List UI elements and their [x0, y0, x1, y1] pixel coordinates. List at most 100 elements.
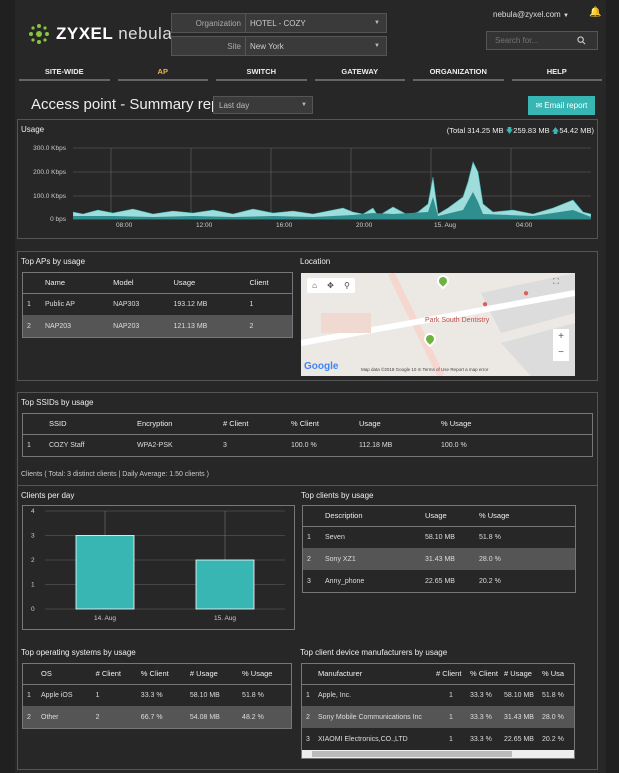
col-usage-pct: % Usage [475, 506, 575, 527]
nav-help[interactable]: HELP [511, 67, 602, 81]
usage-y-label-300: 300.0 Kbps [33, 145, 66, 152]
organization-label: Organization [172, 14, 246, 32]
table-row[interactable]: 1 COZY Staff WPA2-PSK 3 100.0 % 112.18 MB 100.… [23, 434, 592, 456]
chevron-down-icon: ▼ [374, 43, 380, 49]
col-ssid: SSID [45, 414, 133, 435]
organization-value: HOTEL - COZY [250, 18, 306, 28]
nav-organization[interactable]: ORGANIZATION [413, 67, 504, 81]
usage-x-label: 20:00 [356, 222, 373, 229]
cell-index: 3 [307, 577, 311, 585]
google-logo: Google [304, 361, 339, 372]
fullscreen-icon[interactable]: ⛶ [553, 277, 559, 287]
chevron-down-icon: ▼ [374, 20, 380, 26]
client-link[interactable]: Sony XZ1 [321, 548, 421, 570]
cell-client-count: 1 [432, 706, 466, 728]
cell-usage-pct: 51.8 % [542, 691, 564, 699]
range-select[interactable]: Last day ▼ [213, 96, 313, 114]
cell-client-pct: 33.3 % [140, 691, 163, 699]
cell-os: Other [37, 706, 92, 728]
nav-ap[interactable]: AP [117, 67, 208, 81]
search-box[interactable] [486, 31, 598, 50]
pan-icon[interactable]: ✥ [327, 281, 334, 290]
cell-usage: 31.43 MB [500, 706, 538, 728]
cell-manufacturer: Apple, Inc. [318, 691, 352, 699]
cell-usage-pct: 28.0 % [475, 548, 575, 570]
usage-y-label-0: 0 bps [50, 216, 66, 223]
col-description: Description [321, 506, 421, 527]
col-os: OS [37, 664, 92, 685]
nebula-logo-icon [29, 24, 49, 44]
table-row[interactable]: 1 Public AP NAP303 193.12 MB 1 [23, 293, 292, 315]
email-report-button[interactable]: ✉ Email report [528, 96, 595, 115]
ap-link[interactable]: NAP203 [41, 315, 110, 337]
table-row[interactable]: 1 Apple, Inc. 1 33.3 % 58.10 MB 51.8 % [302, 684, 574, 706]
cell-usage: 22.65 MB [425, 577, 455, 585]
map-report-link[interactable]: Report a map error [450, 367, 488, 372]
poi-marker-icon: ● [523, 288, 530, 299]
ap-link[interactable]: Public AP [41, 293, 109, 315]
site-label: Site [172, 37, 246, 55]
cell-client-pct: 33.3 % [470, 691, 492, 699]
bar [195, 559, 255, 610]
envelope-icon: ✉ [535, 101, 543, 110]
col-client-pct: % Client [466, 664, 500, 685]
table-row[interactable]: 2 Sony Mobile Communications Inc 1 33.3 % 31… [302, 706, 574, 728]
nav-site-wide[interactable]: SITE-WIDE [19, 67, 110, 81]
search-input[interactable] [495, 36, 577, 45]
table-row[interactable]: 2 NAP203 NAP203 121.13 MB 2 [23, 315, 292, 337]
y-tick-label: 3 [31, 533, 35, 540]
location-map[interactable]: ⌂ ✥ ⚲ ● ● Park South Dentistry ⛶ + − Google… [301, 273, 575, 376]
cell-model: NAP203 [109, 315, 170, 337]
usage-y-label-200: 200.0 Kbps [33, 169, 66, 176]
usage-x-label: 04:00 [516, 222, 533, 229]
col-manufacturer: Manufacturer [314, 664, 432, 685]
page-title: Access point - Summary report [31, 96, 237, 113]
cell-usage: 54.08 MB [185, 706, 239, 728]
nav-switch[interactable]: SWITCH [216, 67, 307, 81]
search-icon[interactable] [577, 36, 586, 45]
table-row[interactable]: 1 Seven 58.10 MB 51.8 % [303, 526, 575, 548]
site-select[interactable]: Site New York ▼ [171, 36, 387, 56]
location-title: Location [300, 257, 331, 266]
top-os-table: OS # Client% Client # Usage% Usage 1 Apple … [22, 663, 292, 729]
usage-down: 259.83 MB [513, 126, 550, 135]
clients-panel: Top SSIDs by usage SSID Encryption # Clien… [17, 392, 598, 770]
cell-usage: 31.43 MB [421, 548, 475, 570]
col-usage-pct: % Usage [238, 664, 291, 685]
table-row[interactable]: 2 Other 2 66.7 % 54.08 MB 48.2 % [23, 706, 291, 728]
cell-client-count: 1 [449, 735, 453, 743]
table-row[interactable]: 3 Anny_phone 22.65 MB 20.2 % [303, 570, 575, 592]
logo-product: nebula [118, 24, 173, 43]
table-row[interactable]: 1 Apple iOS 1 33.3 % 58.10 MB 51.8 % [23, 684, 291, 706]
user-menu[interactable]: nebula@zyxel.com ▼ [493, 10, 569, 19]
home-icon[interactable]: ⌂ [312, 281, 317, 290]
organization-select[interactable]: Organization HOTEL - COZY ▼ [171, 13, 387, 33]
col-model: Model [109, 273, 170, 294]
horizontal-scrollbar[interactable] [302, 750, 574, 758]
usage-total-area [73, 161, 591, 220]
scrollbar-thumb[interactable] [312, 751, 512, 757]
cell-client-pct: 33.3 % [466, 706, 500, 728]
cell-usage: 58.10 MB [189, 691, 220, 699]
table-row[interactable]: 3 XIAOMI Electronics,CO.,LTD 1 33.3 % 22.65 … [302, 728, 574, 750]
cell-usage-pct: 28.0 % [538, 706, 574, 728]
map-terms-link[interactable]: Terms of Use [423, 367, 450, 372]
client-link[interactable]: Seven [321, 526, 421, 548]
cell-index: 2 [302, 706, 314, 728]
divider [18, 485, 597, 486]
x-tick-label: 15. Aug [214, 615, 236, 622]
cell-usage-pct: 20.2 % [479, 577, 501, 585]
cell-index: 2 [303, 548, 321, 570]
zoom-search-icon[interactable]: ⚲ [344, 281, 350, 290]
col-usage-pct: % Usage [437, 414, 592, 435]
clients-per-day-chart-box: 4 3 2 1 0 14. Aug 15. Aug [22, 505, 295, 630]
table-row[interactable]: 2 Sony XZ1 31.43 MB 28.0 % [303, 548, 575, 570]
cell-encryption: WPA2-PSK [137, 441, 173, 449]
zoom-in-button[interactable]: + [553, 329, 569, 345]
zoom-out-button[interactable]: − [553, 345, 569, 361]
usage-x-label: 12:00 [196, 222, 213, 229]
notification-bell-icon[interactable]: 🔔 [589, 7, 601, 18]
client-link[interactable]: Anny_phone [321, 570, 421, 592]
nav-gateway[interactable]: GATEWAY [314, 67, 405, 81]
logo[interactable]: ZYXEL nebula [28, 23, 172, 45]
